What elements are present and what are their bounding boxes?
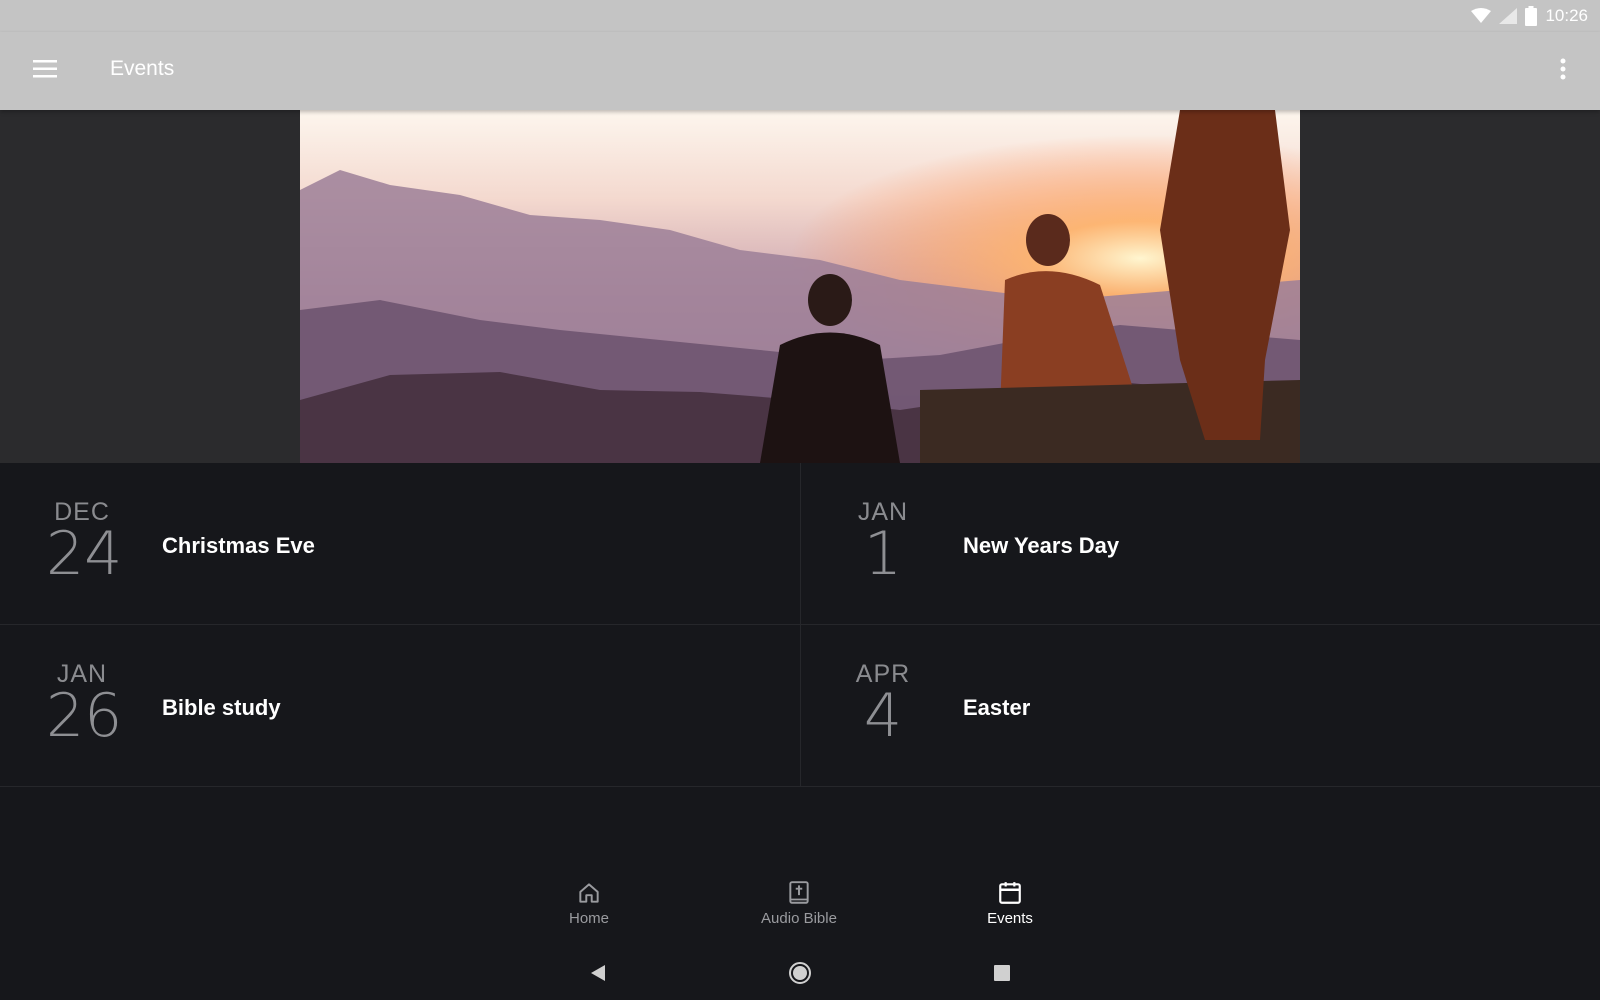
home-circle-icon bbox=[788, 961, 812, 990]
more-options-button[interactable] bbox=[1548, 52, 1578, 90]
event-name: Easter bbox=[963, 695, 1031, 720]
tab-home[interactable]: Home bbox=[519, 880, 659, 927]
page-title: Events bbox=[110, 57, 175, 80]
event-day: 26 bbox=[46, 681, 123, 751]
calendar-icon bbox=[940, 880, 1080, 906]
event-item[interactable]: JAN 26 Bible study bbox=[0, 625, 800, 787]
app-bar: Events bbox=[0, 32, 1600, 110]
status-bar: 10:26 bbox=[0, 0, 1600, 32]
bottom-navigation: Home Audio Bible Events bbox=[0, 870, 1600, 950]
tab-home-label: Home bbox=[568, 910, 609, 927]
event-date: JAN 1 bbox=[847, 499, 919, 589]
event-item[interactable]: JAN 1 New Years Day bbox=[800, 463, 1600, 625]
back-icon bbox=[589, 964, 607, 987]
recents-icon bbox=[994, 964, 1010, 986]
event-item[interactable]: DEC 24 Christmas Eve bbox=[0, 463, 800, 625]
home-icon bbox=[519, 880, 659, 906]
hamburger-menu-icon bbox=[33, 59, 57, 83]
recents-button[interactable] bbox=[985, 958, 1019, 992]
event-name: New Years Day bbox=[963, 533, 1120, 558]
tab-audio-bible-label: Audio Bible bbox=[761, 910, 837, 927]
system-navigation bbox=[0, 950, 1600, 1000]
event-day: 4 bbox=[863, 681, 903, 751]
hero-image bbox=[300, 110, 1300, 463]
bible-icon bbox=[729, 880, 869, 906]
tab-events[interactable]: Events bbox=[940, 880, 1080, 927]
tab-events-label: Events bbox=[987, 910, 1033, 927]
back-button[interactable] bbox=[581, 958, 615, 992]
event-day: 24 bbox=[46, 519, 123, 589]
wifi-icon bbox=[1471, 8, 1492, 24]
event-item[interactable]: APR 4 Easter bbox=[800, 625, 1600, 787]
more-vert-icon bbox=[1560, 58, 1566, 85]
event-date: APR 4 bbox=[847, 661, 919, 751]
signal-icon bbox=[1499, 8, 1518, 24]
event-date: DEC 24 bbox=[46, 499, 123, 589]
menu-button[interactable] bbox=[24, 52, 66, 90]
events-screen: 10:26 Events DEC 24 Christmas Eve JAN 1 … bbox=[0, 0, 1600, 1000]
battery-icon bbox=[1525, 6, 1538, 26]
status-time: 10:26 bbox=[1545, 6, 1588, 25]
event-name: Christmas Eve bbox=[162, 533, 315, 558]
tab-audio-bible[interactable]: Audio Bible bbox=[729, 880, 869, 927]
event-date: JAN 26 bbox=[46, 661, 123, 751]
home-system-button[interactable] bbox=[783, 958, 817, 992]
event-day: 1 bbox=[863, 519, 903, 589]
event-name: Bible study bbox=[162, 695, 281, 720]
